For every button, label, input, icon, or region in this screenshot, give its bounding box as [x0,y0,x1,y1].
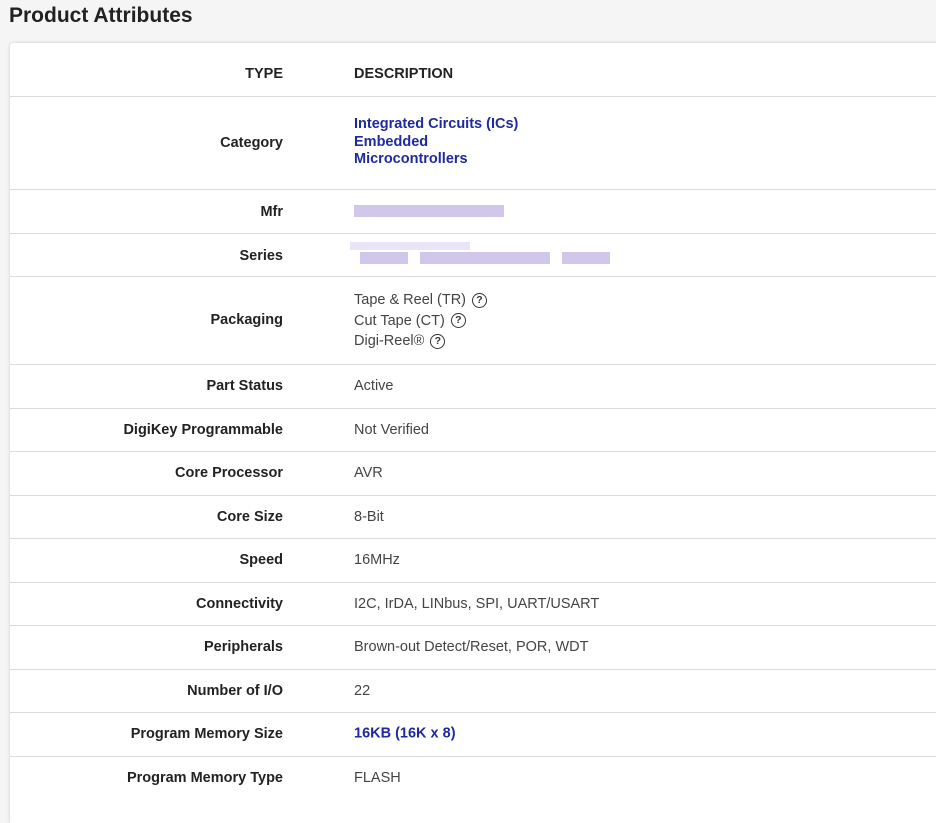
row-value: I2C, IrDA, LINbus, SPI, UART/USART [354,596,600,612]
page-title: Product Attributes [9,4,193,27]
row-value: FLASH [354,770,401,786]
row-label: Packaging [210,312,283,328]
table-row: Connectivity I2C, IrDA, LINbus, SPI, UAR… [10,583,936,626]
row-value: 16MHz [354,552,400,568]
row-label: Program Memory Type [126,770,283,786]
redacted-value-blur [350,242,470,250]
table-row: Part Status Active [10,365,936,409]
product-attributes-table: TYPE DESCRIPTION Category Integrated Cir… [10,43,936,823]
row-label: Category [220,135,283,151]
row-label: Mfr [260,204,283,220]
table-row: Peripherals Brown-out Detect/Reset, POR,… [10,626,936,670]
question-circle-icon[interactable]: ? [472,292,488,308]
redacted-value [562,252,610,264]
category-links: Integrated Circuits (ICs) Embedded Micro… [354,116,518,169]
packaging-option: Digi-Reel® ? [354,331,487,352]
table-row: Program Memory Type FLASH [10,757,936,800]
row-value: 8-Bit [354,509,384,525]
redacted-value [354,205,504,217]
table-row: Program Memory Size 16KB (16K x 8) [10,713,936,757]
row-value: Brown-out Detect/Reset, POR, WDT [354,639,589,655]
packaging-options: Tape & Reel (TR) ? Cut Tape (CT) ? Digi-… [354,290,488,352]
row-label: DigiKey Programmable [123,422,283,438]
row-value: 22 [354,683,371,699]
packaging-option-label: Tape & Reel (TR) [354,292,467,309]
category-link-ics[interactable]: Integrated Circuits (ICs) [354,116,518,134]
table-row: Core Processor AVR [10,452,936,496]
row-label: Series [239,248,283,264]
question-circle-icon[interactable]: ? [450,313,466,329]
packaging-option-label: Cut Tape (CT) [354,312,445,329]
table-row-series: Series [10,234,936,277]
header-type: TYPE [245,66,283,82]
table-row: Speed 16MHz [10,539,936,583]
row-label: Peripherals [204,639,283,655]
row-value: AVR [354,465,383,481]
packaging-option-label: Digi-Reel® [354,333,425,350]
table-row: Core Size 8-Bit [10,496,936,539]
row-label: Program Memory Size [130,726,283,742]
table-row: DigiKey Programmable Not Verified [10,409,936,452]
table-row-packaging: Packaging Tape & Reel (TR) ? Cut Tape (C… [10,277,936,365]
header-description: DESCRIPTION [354,66,454,82]
row-label: Core Processor [175,465,283,481]
row-label: Part Status [206,378,283,394]
table-row-mfr: Mfr [10,190,936,234]
row-label: Number of I/O [187,683,283,699]
packaging-option: Cut Tape (CT) ? [354,311,487,332]
packaging-option: Tape & Reel (TR) ? [354,290,488,311]
table-row-category: Category Integrated Circuits (ICs) Embed… [10,97,936,190]
category-link-microcontrollers[interactable]: Microcontrollers [354,151,518,169]
program-memory-size-link[interactable]: 16KB (16K x 8) [354,725,456,743]
table-header-row: TYPE DESCRIPTION [10,43,936,97]
category-link-embedded[interactable]: Embedded [354,134,518,152]
row-value: Active [354,378,394,394]
row-label: Core Size [216,509,283,525]
question-circle-icon[interactable]: ? [430,333,446,349]
redacted-value [420,252,550,264]
table-row: Number of I/O 22 [10,670,936,713]
row-label: Connectivity [195,596,283,612]
row-value: Not Verified [354,422,429,438]
row-label: Speed [239,552,283,568]
redacted-value [360,252,408,264]
